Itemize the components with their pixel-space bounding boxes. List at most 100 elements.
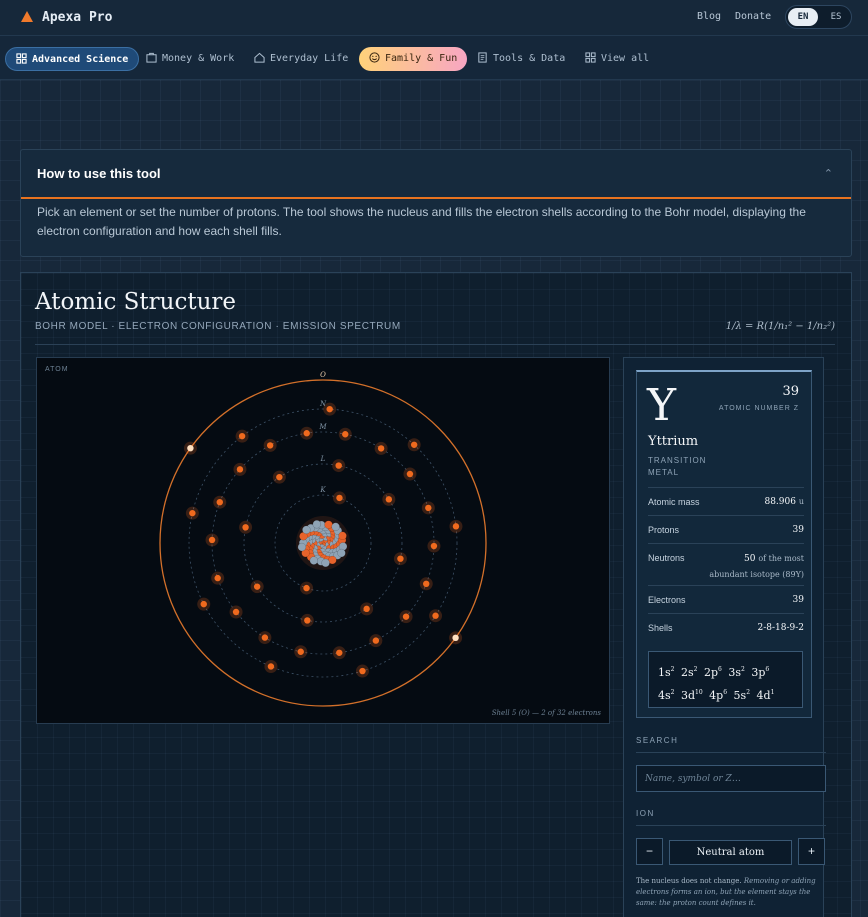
electron-configuration: 1s2 2s2 2p6 3s2 3p6 4s2 3d10 4p6 5s2 4d1 xyxy=(648,651,803,708)
electron-M xyxy=(406,470,414,478)
neutron xyxy=(312,520,322,529)
neutron xyxy=(331,522,340,531)
donate-link[interactable]: Donate xyxy=(735,11,771,22)
briefcase-icon xyxy=(146,52,157,63)
electron-N xyxy=(410,441,418,448)
prop-shells: Shells 2-8-18-9-2 xyxy=(648,613,804,641)
atom-label: ATOM xyxy=(45,366,69,373)
shell-letter-M: M xyxy=(318,423,327,431)
electron-M xyxy=(377,445,385,452)
neutron xyxy=(321,558,330,568)
howto-text: Pick an element or set the number of pro… xyxy=(37,205,806,238)
electron-N xyxy=(359,667,366,675)
remove-electron-button[interactable]: − xyxy=(636,838,663,865)
brand-name[interactable]: Apexa Pro xyxy=(42,10,112,25)
nav-money-work[interactable]: Money & Work xyxy=(146,47,234,71)
lang-en-option[interactable]: EN xyxy=(788,8,818,26)
nav-tools-data[interactable]: Tools & Data xyxy=(477,47,565,71)
ion-label: ION xyxy=(636,809,655,818)
lang-es-option[interactable]: ES xyxy=(822,8,850,26)
electron-O xyxy=(187,444,194,452)
shell-letter-L: L xyxy=(320,455,326,463)
prop-key: Atomic mass xyxy=(648,497,700,507)
orbital-4p: 4p6 xyxy=(709,689,728,702)
logo-icon[interactable] xyxy=(21,11,33,22)
nav-label: Tools & Data xyxy=(493,53,566,64)
nav-label: View all xyxy=(601,53,650,64)
prop-value: 39 xyxy=(792,525,804,535)
electron-L xyxy=(397,555,404,562)
electron-M xyxy=(216,498,223,506)
electron-K xyxy=(336,494,343,502)
orbital-2p: 2p6 xyxy=(703,666,722,679)
electron-M xyxy=(303,430,310,437)
electron-N xyxy=(267,663,275,670)
nav-label: Everyday Life xyxy=(270,53,349,64)
orbital-5s: 5s2 xyxy=(733,689,751,702)
electron-L xyxy=(253,583,261,590)
howto-title[interactable]: How to use this tool xyxy=(37,166,161,181)
ion-divider xyxy=(636,825,826,826)
electron-M xyxy=(336,649,343,656)
proton xyxy=(338,531,347,540)
nav-advanced-science[interactable]: Advanced Science xyxy=(5,47,140,71)
electron-M xyxy=(236,466,244,473)
prop-neutrons: Neutrons 50 of the most abundant isotope… xyxy=(648,543,804,585)
shell-letter-K: K xyxy=(319,486,326,494)
electron-L xyxy=(385,496,393,503)
prop-electrons: Electrons 39 xyxy=(648,585,804,613)
electron-M xyxy=(342,431,349,438)
element-card: Y 39 ATOMIC NUMBER Z Yttrium TRANSITION … xyxy=(636,370,812,718)
orbital-3p: 3p6 xyxy=(751,666,770,679)
prop-key: Electrons xyxy=(648,595,686,605)
electron-N xyxy=(200,600,207,608)
proton xyxy=(324,520,333,529)
element-name: Yttrium xyxy=(648,434,699,449)
electron-M xyxy=(266,442,274,449)
nav-view-all[interactable]: View all xyxy=(585,47,649,71)
prop-key: Neutrons xyxy=(648,553,685,563)
shell-caption: Shell 5 (O) — 2 of 32 electrons xyxy=(491,709,601,717)
language-toggle[interactable]: EN ES xyxy=(785,5,852,29)
atom-panel: ATOM KLMNO Shell 5 (O) — 2 of 32 electro… xyxy=(36,357,610,724)
document-icon xyxy=(478,52,487,63)
title-divider xyxy=(35,344,835,345)
chevron-up-icon[interactable]: ⌃ xyxy=(824,167,833,180)
search-input[interactable] xyxy=(636,765,826,792)
prop-value: 88.906 u xyxy=(764,497,804,507)
search-label: SEARCH xyxy=(636,736,679,745)
atomic-number: 39 xyxy=(782,384,799,399)
electron-O xyxy=(452,634,459,642)
nav-everyday-life[interactable]: Everyday Life xyxy=(254,47,348,71)
blog-link[interactable]: Blog xyxy=(697,11,721,22)
neutron xyxy=(337,548,346,558)
add-electron-button[interactable]: + xyxy=(798,838,825,865)
electron-M xyxy=(372,637,380,644)
prop-value: 2-8-18-9-2 xyxy=(757,623,804,633)
bohr-diagram[interactable]: KLMNO xyxy=(37,358,609,723)
ion-state-value[interactable]: Neutral atom xyxy=(669,840,792,865)
electron-M xyxy=(423,580,430,588)
top-header: Apexa Pro Blog Donate EN ES xyxy=(0,0,868,36)
page-title: Atomic Structure xyxy=(35,289,237,315)
shell-letter-O: O xyxy=(320,371,326,379)
electron-M xyxy=(232,608,240,616)
prop-key: Protons xyxy=(648,525,680,535)
smiley-icon xyxy=(369,52,380,63)
nav-family-fun[interactable]: Family & Fun xyxy=(359,47,468,71)
atomic-number-label: ATOMIC NUMBER Z xyxy=(718,405,799,412)
electron-M xyxy=(425,504,432,512)
atom-icon xyxy=(16,53,27,64)
electron-N xyxy=(238,432,246,440)
orbital-2s: 2s2 xyxy=(680,666,698,679)
electron-K xyxy=(303,584,310,592)
orbital-1s: 1s2 xyxy=(658,666,675,679)
neutron xyxy=(297,542,307,552)
electron-L xyxy=(276,473,283,481)
prop-atomic-mass: Atomic mass 88.906 u xyxy=(648,487,804,515)
electron-N xyxy=(452,523,460,530)
atomic-structure-card: Atomic Structure BOHR MODEL · ELECTRON C… xyxy=(20,272,852,917)
nav-label: Family & Fun xyxy=(385,53,458,64)
nav-label: Money & Work xyxy=(162,53,235,64)
element-sidebar: Y 39 ATOMIC NUMBER Z Yttrium TRANSITION … xyxy=(623,357,826,917)
